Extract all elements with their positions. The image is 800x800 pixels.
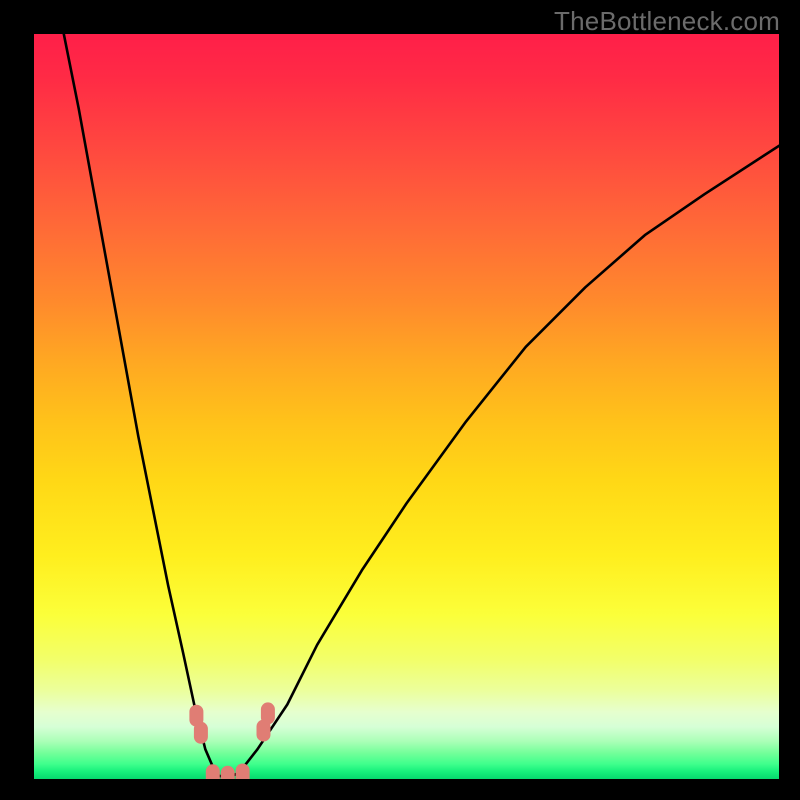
marker-group xyxy=(189,702,275,779)
marker-left-cluster xyxy=(194,722,208,744)
marker-right-cluster xyxy=(261,702,275,724)
marker-bottom-cluster xyxy=(206,764,220,779)
curve-layer xyxy=(34,34,779,779)
marker-bottom-cluster xyxy=(236,764,250,780)
watermark-text: TheBottleneck.com xyxy=(554,6,780,37)
plot-area xyxy=(34,34,779,779)
bottleneck-curve xyxy=(64,34,779,778)
marker-bottom-cluster xyxy=(221,766,235,779)
outer-black-frame: TheBottleneck.com xyxy=(0,0,800,800)
